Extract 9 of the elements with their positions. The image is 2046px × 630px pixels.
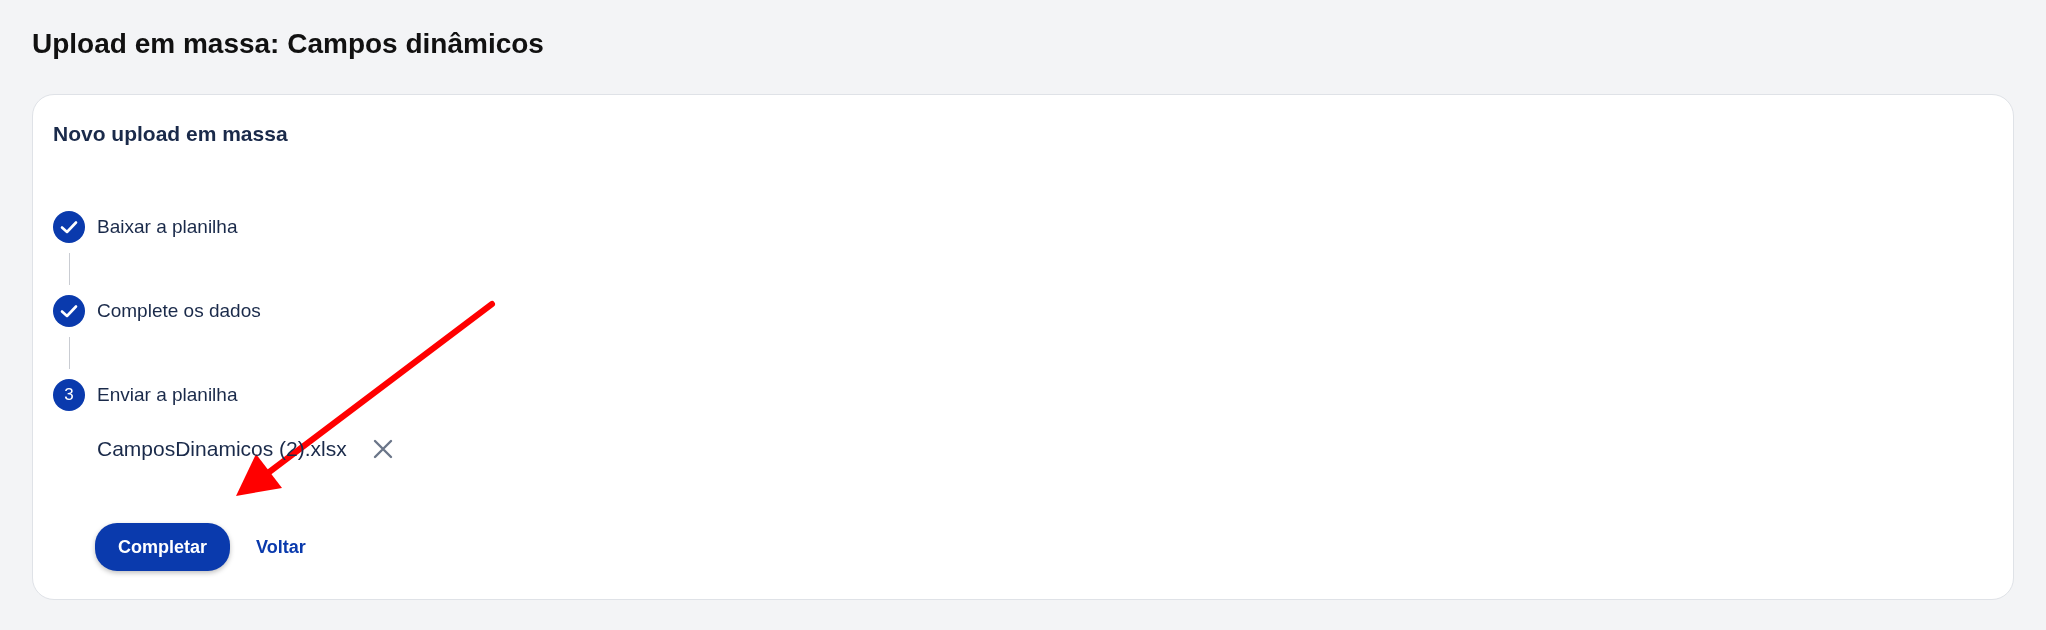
step-label: Complete os dados xyxy=(97,300,261,322)
step-label: Baixar a planilha xyxy=(97,216,238,238)
complete-button[interactable]: Completar xyxy=(95,523,230,571)
close-icon[interactable] xyxy=(372,439,393,459)
card-title: Novo upload em massa xyxy=(53,121,289,147)
back-link[interactable]: Voltar xyxy=(256,536,306,558)
page-title: Upload em massa: Campos dinâmicos xyxy=(32,27,545,61)
step-number: 3 xyxy=(53,379,85,411)
step-label: Enviar a planilha xyxy=(97,384,238,406)
